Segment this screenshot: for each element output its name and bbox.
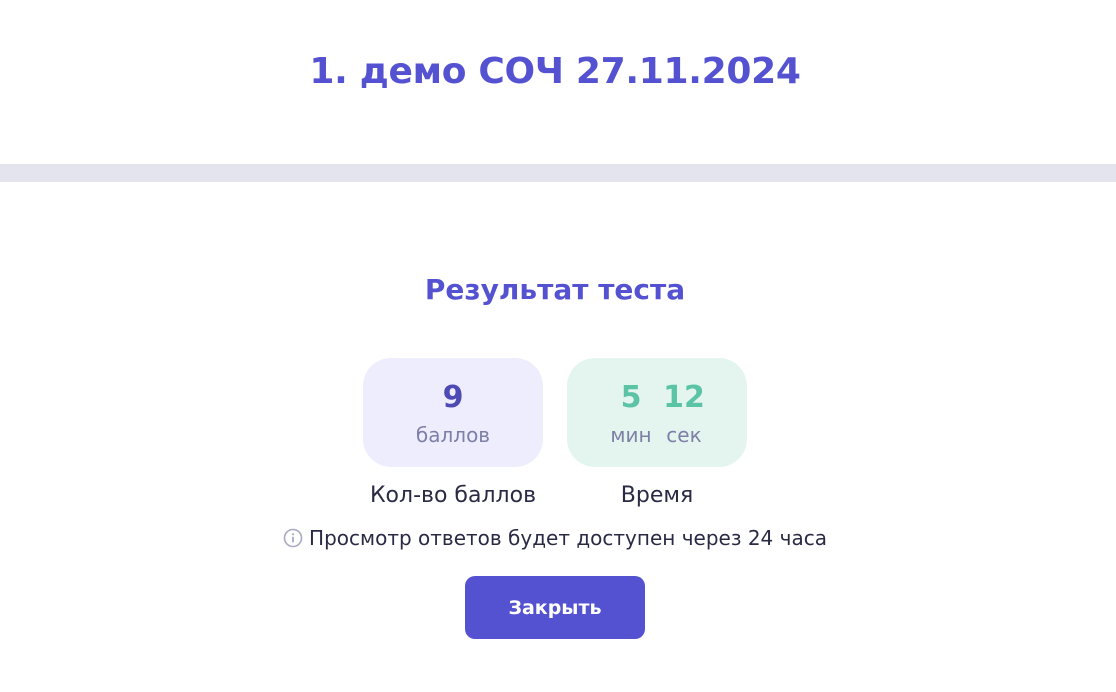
page-title: 1. демо СОЧ 27.11.2024	[309, 50, 801, 92]
score-unit: баллов	[415, 423, 491, 447]
notice-text: Просмотр ответов будет доступен через 24…	[309, 526, 827, 550]
time-minutes-unit: мин	[610, 423, 652, 447]
results-notice: Просмотр ответов будет доступен через 24…	[0, 524, 1110, 552]
score-card: 9 баллов	[363, 358, 543, 467]
page-header: 1. демо СОЧ 27.11.2024	[0, 0, 1116, 164]
section-divider	[0, 164, 1116, 182]
time-seconds-unit: сек	[666, 423, 702, 447]
time-seconds-value: 12	[663, 380, 705, 415]
info-icon	[283, 528, 303, 548]
time-minutes: 5 мин	[607, 380, 655, 448]
time-seconds: 12 сек	[663, 380, 705, 448]
score-caption: Кол-во баллов	[369, 483, 537, 508]
result-title: Результат теста	[424, 273, 686, 306]
time-caption: Время	[620, 483, 694, 508]
time-card: 5 мин 12 сек	[567, 358, 747, 467]
close-button[interactable]: Закрыть	[465, 576, 645, 639]
time-minutes-value: 5	[620, 380, 642, 415]
score-value: 9	[442, 380, 464, 415]
